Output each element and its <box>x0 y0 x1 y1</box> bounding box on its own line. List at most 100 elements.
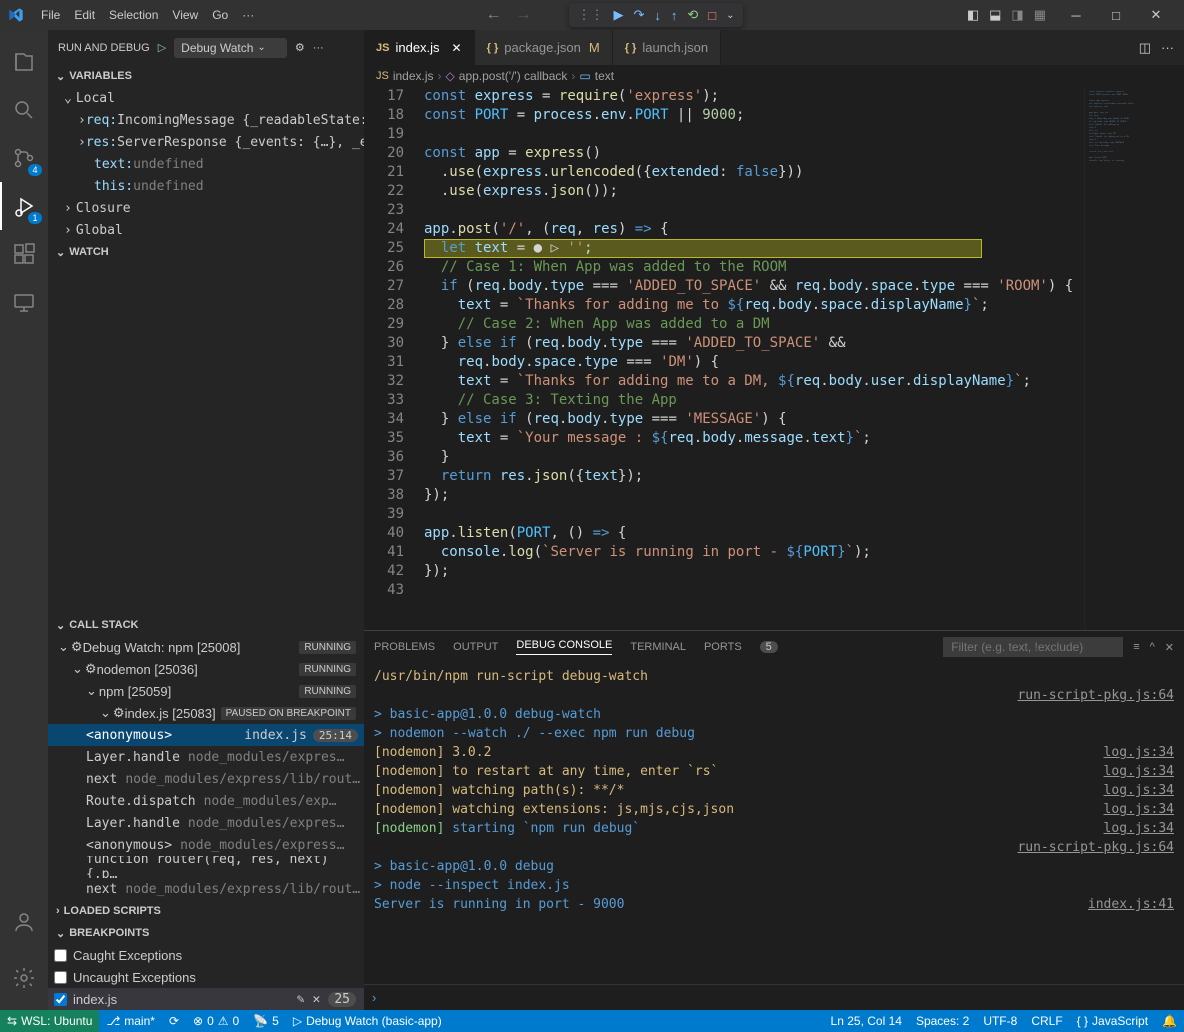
variable-row[interactable]: text: undefined <box>48 153 364 175</box>
panel-close-icon[interactable]: ✕ <box>1165 641 1174 654</box>
console-source-link[interactable]: log.js:34 <box>1104 819 1174 838</box>
stop-icon[interactable]: □ <box>708 8 716 23</box>
console-settings-icon[interactable]: ≡ <box>1133 641 1139 653</box>
tab-index-js[interactable]: JSindex.js✕ <box>364 30 475 65</box>
notifications-icon[interactable]: 🔔 <box>1155 1010 1184 1032</box>
stack-frame[interactable]: <anonymous>index.js25:14 <box>48 724 364 746</box>
drag-handle-icon[interactable]: ⋮⋮ <box>577 7 603 23</box>
watch-header[interactable]: ⌄WATCH <box>48 241 364 263</box>
step-out-icon[interactable]: ↑ <box>671 8 678 23</box>
remote-icon[interactable] <box>0 278 48 326</box>
menu-go[interactable]: Go <box>205 0 235 30</box>
step-into-icon[interactable]: ↓ <box>654 8 661 23</box>
nav-back-icon[interactable]: ← <box>485 6 501 24</box>
console-source-link[interactable]: log.js:34 <box>1104 781 1174 800</box>
problems-status[interactable]: ⊗0⚠0 <box>186 1010 246 1032</box>
debug-icon[interactable]: 1 <box>0 182 48 230</box>
panel-tab-ports[interactable]: PORTS <box>704 641 742 653</box>
menu-file[interactable]: File <box>34 0 67 30</box>
callstack-session[interactable]: ⌄ ⚙ index.js [25083]PAUSED ON BREAKPOINT <box>48 702 364 724</box>
code-editor[interactable]: 1718192021222324252627282930313233343536… <box>364 87 1184 630</box>
stack-frame[interactable]: <anonymous>node_modules/express… <box>48 834 364 856</box>
scope-closure[interactable]: ›Closure <box>48 197 364 219</box>
console-source-link[interactable]: run-script-pkg.js:64 <box>1017 838 1174 857</box>
stack-frame[interactable]: nextnode_modules/express/lib/rout… <box>48 878 364 900</box>
variables-header[interactable]: ⌄VARIABLES <box>48 65 364 87</box>
continue-icon[interactable]: ▶ <box>613 7 623 23</box>
console-source-link[interactable]: index.js:41 <box>1088 895 1174 914</box>
settings-gear-icon[interactable] <box>0 954 48 1002</box>
variable-row[interactable]: › req: IncomingMessage {_readableState: … <box>48 109 364 131</box>
encoding[interactable]: UTF-8 <box>976 1010 1024 1032</box>
stack-frame[interactable]: Route.dispatchnode_modules/exp… <box>48 790 364 812</box>
callstack-session[interactable]: ⌄ ⚙ Debug Watch: npm [25008]RUNNING <box>48 636 364 658</box>
bp-caught[interactable]: Caught Exceptions <box>48 944 364 966</box>
scm-icon[interactable]: 4 <box>0 134 48 182</box>
panel-tab-debug-console[interactable]: DEBUG CONSOLE <box>516 639 612 655</box>
search-icon[interactable] <box>0 86 48 134</box>
loaded-scripts-header[interactable]: ›LOADED SCRIPTS <box>48 900 364 922</box>
breadcrumb[interactable]: JS index.js › ◇ app.post('/') callback ›… <box>364 65 1184 87</box>
layout-toggle-left-icon[interactable]: ◧ <box>967 7 979 23</box>
callstack-header[interactable]: ⌄CALL STACK <box>48 614 364 636</box>
menu-selection[interactable]: Selection <box>102 0 165 30</box>
start-debug-icon[interactable]: ▷ <box>158 41 166 54</box>
menu-view[interactable]: View <box>165 0 205 30</box>
console-source-link[interactable]: log.js:34 <box>1104 762 1174 781</box>
stack-frame[interactable]: Layer.handlenode_modules/expres… <box>48 746 364 768</box>
tab-more-icon[interactable]: ··· <box>1161 40 1174 55</box>
console-source-link[interactable]: log.js:34 <box>1104 800 1174 819</box>
callstack-session[interactable]: ⌄ npm [25059]RUNNING <box>48 680 364 702</box>
scope-global[interactable]: ›Global <box>48 219 364 241</box>
scope-local[interactable]: ⌄Local <box>48 87 364 109</box>
indentation[interactable]: Spaces: 2 <box>909 1010 976 1032</box>
restart-icon[interactable]: ⟲ <box>687 7 698 23</box>
more-icon[interactable]: ··· <box>313 42 324 54</box>
panel-maximize-icon[interactable]: ^ <box>1150 641 1155 653</box>
stack-frame[interactable]: nextnode_modules/express/lib/rout… <box>48 768 364 790</box>
bp-file[interactable]: index.js ✎ ✕ 25 <box>48 988 364 1010</box>
step-over-icon[interactable]: ↷ <box>633 7 644 23</box>
run-config-select[interactable]: Debug Watch⌄ <box>174 38 287 58</box>
panel-tab-terminal[interactable]: TERMINAL <box>630 641 686 653</box>
language-mode[interactable]: { }JavaScript <box>1070 1010 1155 1032</box>
tab-package-json[interactable]: { }package.jsonM <box>475 30 613 65</box>
remote-indicator[interactable]: ⇆WSL: Ubuntu <box>0 1010 99 1032</box>
account-icon[interactable] <box>0 898 48 946</box>
variable-row[interactable]: › res: ServerResponse {_events: {…}, _ev… <box>48 131 364 153</box>
layout-customize-icon[interactable]: ▦ <box>1034 7 1046 23</box>
maximize-button[interactable]: □ <box>1096 0 1136 30</box>
debug-status[interactable]: ▷Debug Watch (basic-app) <box>286 1010 449 1032</box>
git-branch[interactable]: ⎇main* <box>99 1010 162 1032</box>
config-gear-icon[interactable]: ⚙ <box>295 41 305 54</box>
ports-status[interactable]: 📡5 <box>246 1010 286 1032</box>
panel-tab-output[interactable]: OUTPUT <box>453 641 498 653</box>
stack-frame[interactable]: Layer.handlenode_modules/expres… <box>48 812 364 834</box>
variable-row[interactable]: this: undefined <box>48 175 364 197</box>
eol[interactable]: CRLF <box>1024 1010 1069 1032</box>
callstack-session[interactable]: ⌄ ⚙ nodemon [25036]RUNNING <box>48 658 364 680</box>
remove-icon[interactable]: ✕ <box>313 992 321 1007</box>
console-source-link[interactable]: run-script-pkg.js:64 <box>1017 686 1174 705</box>
console-source-link[interactable]: log.js:34 <box>1104 743 1174 762</box>
nav-forward-icon[interactable]: → <box>515 6 531 24</box>
tab-launch-json[interactable]: { }launch.json <box>613 30 721 65</box>
menu-edit[interactable]: Edit <box>67 0 102 30</box>
close-button[interactable]: ✕ <box>1136 0 1176 30</box>
split-editor-icon[interactable]: ◫ <box>1139 40 1151 56</box>
debug-console-output[interactable]: /usr/bin/npm run-script debug-watchrun-s… <box>364 663 1184 984</box>
extensions-icon[interactable] <box>0 230 48 278</box>
layout-toggle-bottom-icon[interactable]: ⬓ <box>989 7 1001 23</box>
cursor-position[interactable]: Ln 25, Col 14 <box>824 1010 909 1032</box>
layout-toggle-right-icon[interactable]: ◨ <box>1011 7 1023 23</box>
bp-uncaught[interactable]: Uncaught Exceptions <box>48 966 364 988</box>
edit-icon[interactable]: ✎ <box>297 992 305 1007</box>
breakpoints-header[interactable]: ⌄BREAKPOINTS <box>48 922 364 944</box>
menu-overflow[interactable]: ··· <box>235 0 261 30</box>
panel-tab-problems[interactable]: PROBLEMS <box>374 641 435 653</box>
minimap[interactable]: const express require expressconst PORT … <box>1084 87 1184 630</box>
minimize-button[interactable]: ─ <box>1056 0 1096 30</box>
git-sync[interactable]: ⟳ <box>162 1010 186 1032</box>
stack-frame[interactable]: function router(req, res, next) {.p… <box>48 856 364 878</box>
explorer-icon[interactable] <box>0 38 48 86</box>
